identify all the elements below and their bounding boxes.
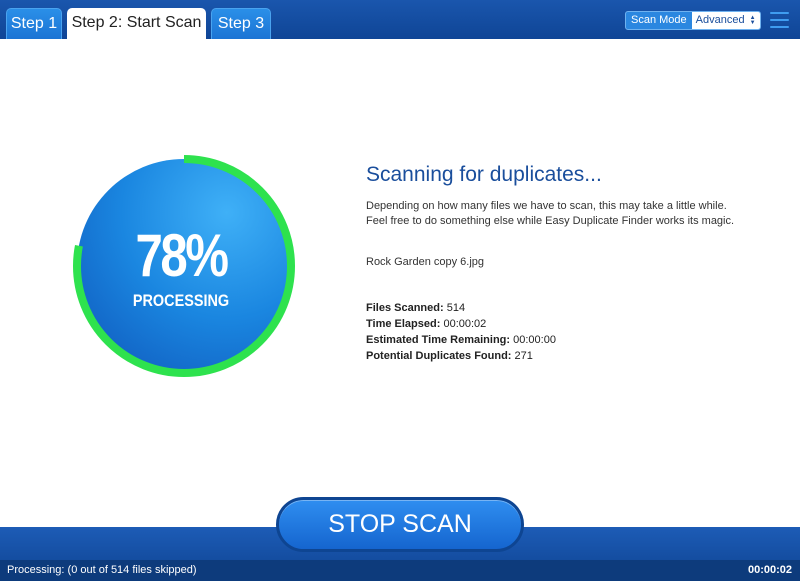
stat-value: 514 [446, 302, 466, 314]
scan-description: Depending on how many files we have to s… [366, 200, 735, 227]
progress-percent: 78% [135, 222, 229, 289]
stat-label: Files Scanned: [366, 302, 444, 314]
status-text: Processing: (0 out of 514 files skipped) [7, 564, 197, 576]
stat-label: Potential Duplicates Found: [366, 350, 512, 362]
stat-value: 271 [514, 350, 533, 362]
stat-label: Estimated Time Remaining: [366, 334, 511, 346]
status-timer: 00:00:02 [747, 564, 792, 576]
tab-step-3[interactable]: Step 3 [211, 8, 271, 39]
stat-time-elapsed: Time Elapsed: 00:00:02 [366, 316, 746, 332]
progress-circle: 78% PROCESSING [70, 152, 300, 382]
stat-time-remaining: Estimated Time Remaining: 00:00:00 [366, 332, 746, 348]
app-window: Step 1 Step 2: Start Scan Step 3 Scan Mo… [0, 0, 800, 581]
current-file: Rock Garden copy 6.jpg [366, 256, 485, 268]
progress-text: 78% PROCESSING [70, 226, 292, 312]
stat-files-scanned: Files Scanned: 514 [366, 300, 746, 316]
tab-step-1[interactable]: Step 1 [6, 8, 62, 39]
scan-mode-label: Scan Mode [631, 14, 687, 26]
stat-value: 00:00:02 [443, 318, 487, 330]
stat-label: Time Elapsed: [366, 318, 441, 330]
scan-mode-select[interactable]: Advanced ▲ ▼ [691, 12, 760, 29]
tab-step-2-start-scan[interactable]: Step 2: Start Scan [67, 8, 206, 39]
scan-info-panel: Scanning for duplicates... Depending on … [366, 162, 746, 364]
hamburger-menu-icon[interactable] [770, 12, 789, 28]
scan-title: Scanning for duplicates... [366, 163, 602, 186]
status-bar: Processing: (0 out of 514 files skipped)… [0, 560, 800, 581]
stat-value: 00:00:00 [513, 334, 556, 346]
progress-status: PROCESSING [132, 291, 230, 310]
top-bar: Step 1 Step 2: Start Scan Step 3 Scan Mo… [0, 0, 800, 39]
scan-mode-control: Scan Mode Advanced ▲ ▼ [625, 11, 761, 30]
scan-mode-value: Advanced [695, 14, 745, 26]
stat-duplicates-found: Potential Duplicates Found: 271 [366, 348, 746, 364]
scan-stats: Files Scanned: 514 Time Elapsed: 00:00:0… [366, 300, 746, 364]
select-arrows-icon: ▲ ▼ [749, 14, 756, 26]
stop-scan-button[interactable]: STOP SCAN [276, 497, 524, 552]
